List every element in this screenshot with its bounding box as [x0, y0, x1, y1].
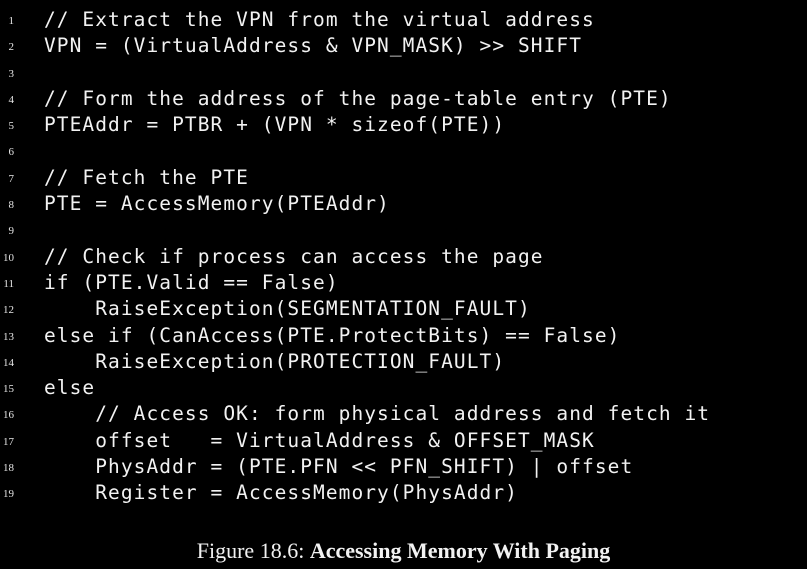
- code-text: if (PTE.Valid == False): [44, 270, 339, 294]
- code-text: PTEAddr = PTBR + (VPN * sizeof(PTE)): [44, 113, 506, 137]
- code-text: offset = VirtualAddress & OFFSET_MASK: [44, 428, 595, 452]
- line-number: 18: [3, 462, 14, 475]
- line-number: 14: [3, 356, 14, 369]
- code-line: 11 if (PTE.Valid == False): [0, 270, 807, 296]
- code-text: Register = AccessMemory(PhysAddr): [44, 481, 518, 505]
- line-number: 3: [8, 67, 15, 80]
- code-line: 18 PhysAddr = (PTE.PFN << PFN_SHIFT) | o…: [0, 454, 807, 480]
- code-line: 10 // Check if process can access the pag…: [0, 244, 807, 270]
- figure-label: Figure 18.6:: [196, 538, 310, 563]
- code-text: VPN = (VirtualAddress & VPN_MASK) >> SHI…: [44, 34, 583, 58]
- line-number: 5: [8, 120, 15, 133]
- code-text: // Form the address of the page-table en…: [44, 86, 672, 110]
- code-line: 1 // Extract the VPN from the virtual add…: [0, 7, 807, 33]
- code-text: // Access OK: form physical address and …: [44, 402, 711, 426]
- code-line: 8 PTE = AccessMemory(PTEAddr): [0, 191, 807, 217]
- line-number: 1: [8, 15, 15, 27]
- code-line: 7 // Fetch the PTE: [0, 165, 807, 191]
- code-line: 4 // Form the address of the page-table e…: [0, 86, 807, 112]
- figure-caption: Figure 18.6: Accessing Memory With Pagin…: [0, 538, 807, 564]
- code-line: 19 Register = AccessMemory(PhysAddr): [0, 480, 807, 506]
- line-number: 4: [8, 93, 15, 106]
- line-number: 8: [8, 199, 15, 212]
- line-number: 13: [3, 330, 14, 343]
- code-text: RaiseException(SEGMENTATION_FAULT): [44, 297, 531, 321]
- line-number: 16: [3, 409, 14, 422]
- line-number: 10: [3, 251, 14, 264]
- code-line: 17 offset = VirtualAddress & OFFSET_MASK: [0, 428, 807, 454]
- line-number: 11: [3, 277, 14, 290]
- figure-title: Accessing Memory With Paging: [309, 538, 611, 563]
- code-text: // Fetch the PTE: [44, 165, 249, 189]
- code-line: 15 else: [0, 375, 807, 401]
- line-number: 15: [3, 383, 14, 396]
- code-line: 12 RaiseException(SEGMENTATION_FAULT): [0, 296, 807, 322]
- line-number: 12: [3, 304, 14, 317]
- line-number: 19: [3, 488, 14, 501]
- code-text: else if (CanAccess(PTE.ProtectBits) == F…: [44, 323, 621, 347]
- code-line: 3: [0, 60, 807, 86]
- code-line: 14 RaiseException(PROTECTION_FAULT): [0, 349, 807, 375]
- code-line: 13 else if (CanAccess(PTE.ProtectBits) ==…: [0, 323, 807, 349]
- line-number: 9: [8, 225, 15, 238]
- line-number: 2: [8, 41, 15, 54]
- code-text: RaiseException(PROTECTION_FAULT): [44, 349, 506, 373]
- code-line: 9: [0, 217, 807, 243]
- code-text: else: [44, 376, 96, 400]
- line-number: 7: [8, 172, 15, 185]
- code-line: 2 VPN = (VirtualAddress & VPN_MASK) >> SH…: [0, 33, 807, 59]
- code-line: 5 PTEAddr = PTBR + (VPN * sizeof(PTE)): [0, 112, 807, 138]
- code-listing: 1 // Extract the VPN from the virtual add…: [0, 7, 807, 507]
- code-text: // Extract the VPN from the virtual addr…: [44, 8, 595, 31]
- code-text: // Check if process can access the page: [44, 244, 544, 268]
- line-number: 17: [3, 435, 14, 448]
- code-line: 16 // Access OK: form physical address a…: [0, 401, 807, 427]
- code-text: PTE = AccessMemory(PTEAddr): [44, 192, 390, 216]
- line-number: 6: [8, 146, 15, 159]
- code-line: 6: [0, 138, 807, 164]
- code-text: PhysAddr = (PTE.PFN << PFN_SHIFT) | offs…: [44, 455, 634, 479]
